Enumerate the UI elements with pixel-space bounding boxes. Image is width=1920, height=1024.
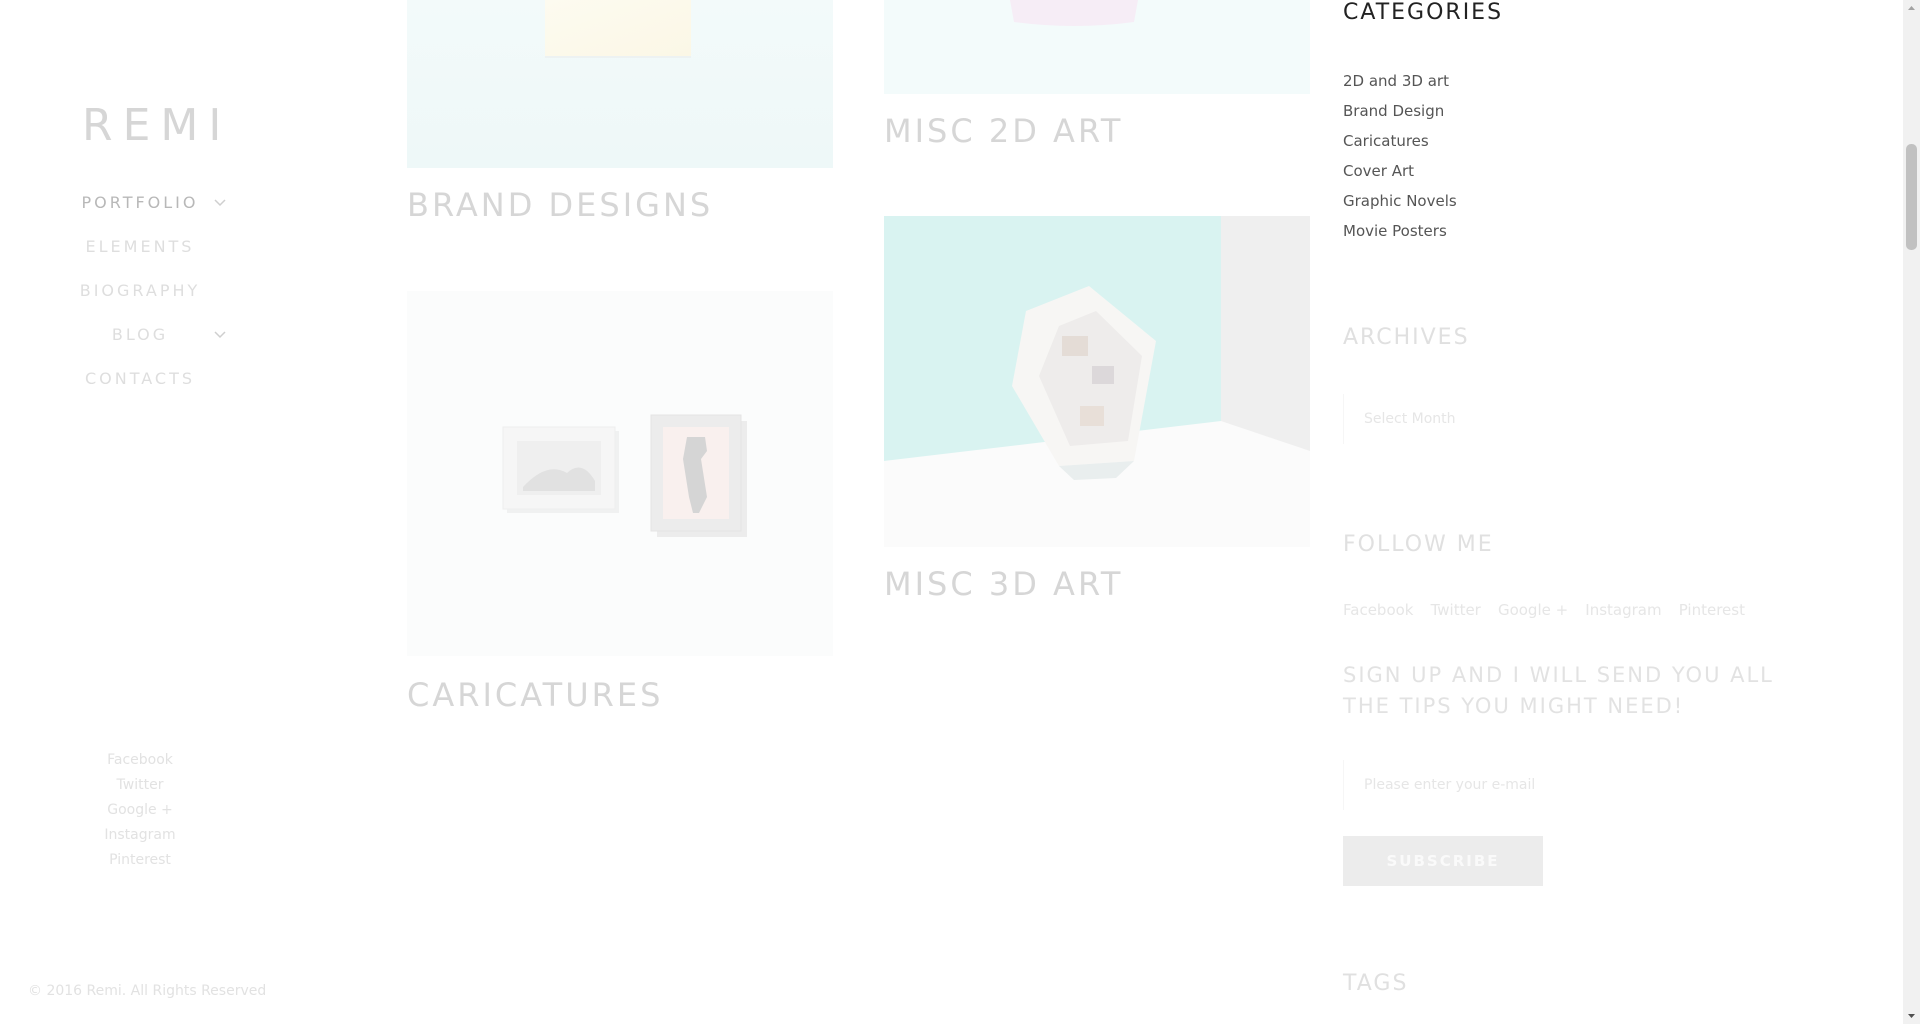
twitter-link[interactable]: Twitter — [1431, 601, 1481, 619]
sidebar-social-links: Facebook Twitter Google + Instagram Pint… — [0, 748, 280, 873]
misc-2d-art-artwork — [1010, 0, 1138, 26]
follow-links: Facebook Twitter Google + Instagram Pint… — [1343, 600, 1757, 619]
menu-item-blog[interactable]: BLOG — [0, 322, 280, 366]
menu-item-label: BIOGRAPHY — [79, 281, 201, 300]
category-link[interactable]: 2D and 3D art — [1343, 66, 1457, 96]
category-link[interactable]: Movie Posters — [1343, 216, 1457, 246]
menu-item-elements[interactable]: ELEMENTS — [0, 234, 280, 278]
page-scrollbar[interactable] — [1903, 0, 1920, 1024]
pinterest-link[interactable]: Pinterest — [0, 848, 280, 873]
facebook-link[interactable]: Facebook — [1343, 601, 1413, 619]
menu-item-portfolio[interactable]: PORTFOLIO — [0, 190, 280, 234]
portfolio-title-brand-designs[interactable]: BRAND DESIGNS — [407, 186, 713, 224]
portfolio-title-misc-3d-art[interactable]: MISC 3D ART — [884, 565, 1123, 603]
left-sidebar: REMI PORTFOLIO ELEMENTS BIOGRAPHY BLOG C… — [0, 0, 280, 1024]
chevron-down-icon[interactable] — [212, 194, 228, 210]
misc-2d-art-image[interactable] — [884, 0, 1310, 94]
follow-me-title: FOLLOW ME — [1343, 532, 1494, 557]
brand-designs-artwork — [545, 0, 691, 58]
google-plus-link[interactable]: Google + — [0, 798, 280, 823]
category-link[interactable]: Graphic Novels — [1343, 186, 1457, 216]
menu-item-label: ELEMENTS — [85, 237, 195, 256]
caricatures-image[interactable] — [407, 291, 833, 656]
instagram-link[interactable]: Instagram — [1585, 601, 1661, 619]
portfolio-title-caricatures[interactable]: CARICATURES — [407, 676, 663, 714]
chevron-down-icon[interactable] — [212, 326, 228, 342]
category-link[interactable]: Caricatures — [1343, 126, 1457, 156]
category-link[interactable]: Cover Art — [1343, 156, 1457, 186]
pinterest-link[interactable]: Pinterest — [1679, 601, 1745, 619]
copyright-text: © 2016 Remi. All Rights Reserved — [28, 983, 267, 999]
misc-3d-art-image[interactable] — [884, 216, 1310, 547]
google-plus-link[interactable]: Google + — [1498, 601, 1568, 619]
list-item: Brand Design — [1343, 96, 1457, 126]
subscribe-button[interactable]: SUBSCRIBE — [1343, 836, 1543, 886]
menu-item-label: PORTFOLIO — [81, 193, 199, 212]
email-field[interactable] — [1343, 760, 1783, 810]
menu-item-label: CONTACTS — [84, 369, 196, 388]
facebook-link[interactable]: Facebook — [0, 748, 280, 773]
misc-3d-art-artwork — [884, 216, 1310, 547]
menu-item-contacts[interactable]: CONTACTS — [0, 366, 280, 410]
site-logo[interactable]: REMI — [82, 100, 231, 151]
categories-title: CATEGORIES — [1343, 0, 1504, 25]
menu-item-biography[interactable]: BIOGRAPHY — [0, 278, 280, 322]
categories-list: 2D and 3D art Brand Design Caricatures C… — [1343, 66, 1457, 246]
list-item: 2D and 3D art — [1343, 66, 1457, 96]
twitter-link[interactable]: Twitter — [0, 773, 280, 798]
brand-designs-image[interactable] — [407, 0, 833, 168]
menu-item-label: BLOG — [111, 325, 169, 344]
scroll-up-arrow-icon[interactable] — [1903, 0, 1920, 17]
list-item: Caricatures — [1343, 126, 1457, 156]
newsletter-title: SIGN UP AND I WILL SEND YOU ALL THE TIPS… — [1343, 663, 1774, 718]
main-menu: PORTFOLIO ELEMENTS BIOGRAPHY BLOG CONTAC… — [0, 190, 280, 410]
list-item: Movie Posters — [1343, 216, 1457, 246]
category-link[interactable]: Brand Design — [1343, 96, 1457, 126]
archives-title: ARCHIVES — [1343, 325, 1470, 350]
archives-month-select[interactable]: Select Month — [1343, 394, 1783, 444]
portfolio-title-misc-2d-art[interactable]: MISC 2D ART — [884, 112, 1123, 150]
caricatures-artwork — [502, 414, 747, 537]
list-item: Cover Art — [1343, 156, 1457, 186]
tags-title: TAGS — [1343, 971, 1409, 996]
scrollbar-thumb[interactable] — [1906, 144, 1917, 250]
scroll-down-arrow-icon[interactable] — [1903, 1007, 1920, 1024]
instagram-link[interactable]: Instagram — [0, 823, 280, 848]
list-item: Graphic Novels — [1343, 186, 1457, 216]
